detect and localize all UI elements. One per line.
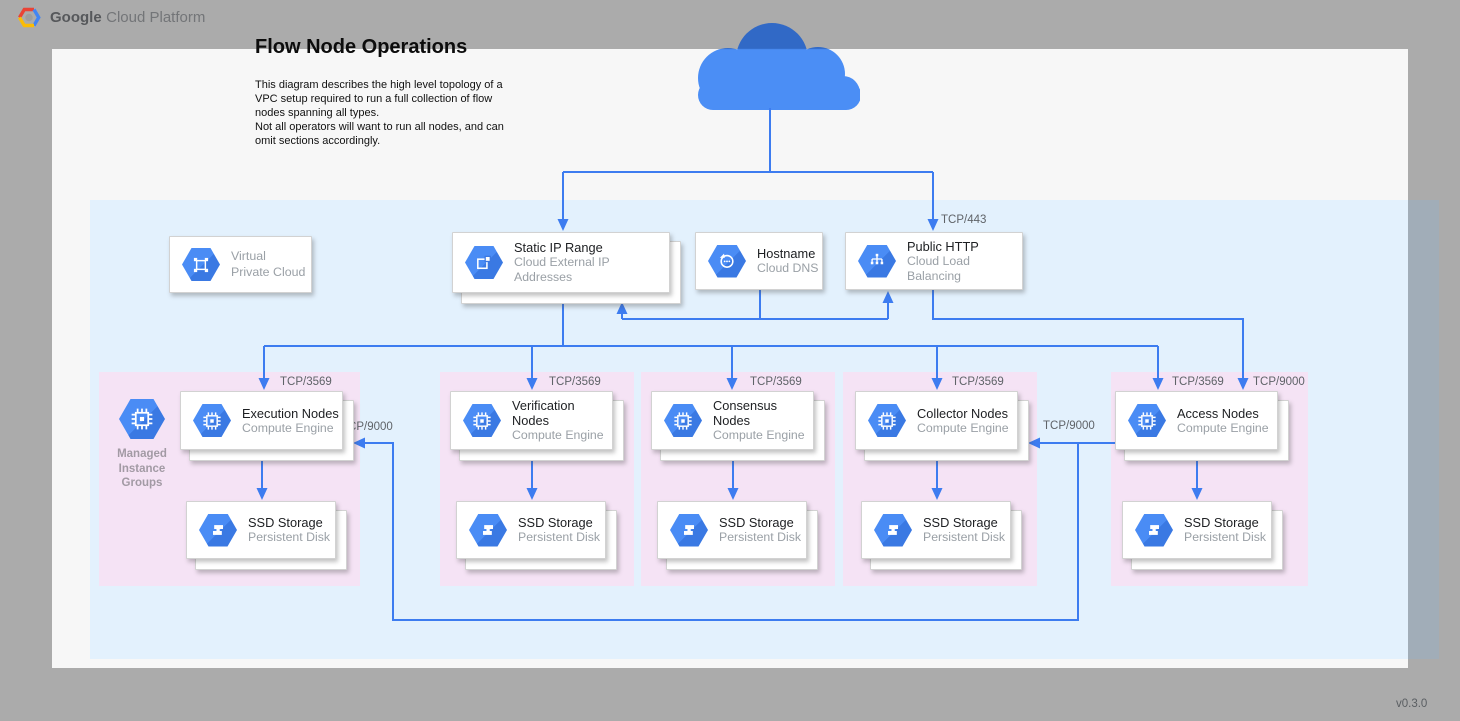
compute-engine-icon bbox=[868, 404, 906, 437]
card-subtitle: Persistent Disk bbox=[923, 530, 1005, 545]
card-subtitle: Cloud External IP Addresses bbox=[514, 255, 669, 285]
persistent-disk-icon bbox=[1135, 514, 1173, 547]
card-subtitle: Persistent Disk bbox=[719, 530, 801, 545]
card-title: SSD Storage bbox=[923, 515, 1005, 530]
card-title: Verification Nodes bbox=[512, 398, 612, 428]
card-collector-nodes: Collector Nodes Compute Engine bbox=[855, 391, 1018, 450]
card-subtitle: Compute Engine bbox=[917, 421, 1009, 436]
card-subtitle: Persistent Disk bbox=[248, 530, 330, 545]
card-subtitle: Compute Engine bbox=[713, 428, 813, 443]
card-subtitle: Cloud DNS bbox=[757, 261, 819, 276]
card-subtitle: Cloud Load Balancing bbox=[907, 254, 1022, 284]
port-label-tcp443: TCP/443 bbox=[941, 214, 986, 226]
port-label-tcp9000-collector: TCP/9000 bbox=[1043, 420, 1095, 432]
port-label-tcp3569-collector: TCP/3569 bbox=[952, 376, 1004, 388]
card-subtitle: Compute Engine bbox=[242, 421, 339, 436]
page-title: Flow Node Operations bbox=[255, 36, 467, 59]
card-subtitle: Compute Engine bbox=[1177, 421, 1269, 436]
card-ssd-execution: SSD Storage Persistent Disk bbox=[186, 501, 336, 559]
dns-icon bbox=[708, 245, 746, 278]
persistent-disk-icon bbox=[469, 514, 507, 547]
card-title: Access Nodes bbox=[1177, 406, 1269, 421]
card-title: SSD Storage bbox=[1184, 515, 1266, 530]
card-title: SSD Storage bbox=[518, 515, 600, 530]
compute-engine-icon bbox=[1128, 404, 1166, 437]
logo-text-light: Cloud Platform bbox=[106, 9, 205, 26]
version-label: v0.3.0 bbox=[1396, 698, 1427, 710]
card-title: Consensus Nodes bbox=[713, 398, 813, 428]
card-virtual-private-cloud: Virtual Private Cloud bbox=[169, 236, 312, 293]
managed-instance-groups-label: Managed Instance Groups bbox=[103, 447, 181, 491]
persistent-disk-icon bbox=[670, 514, 708, 547]
port-label-tcp9000-access-top: TCP/9000 bbox=[1253, 376, 1305, 388]
card-title: SSD Storage bbox=[248, 515, 330, 530]
card-title: Hostname bbox=[757, 246, 819, 261]
card-access-nodes: Access Nodes Compute Engine bbox=[1115, 391, 1278, 450]
card-ssd-verification: SSD Storage Persistent Disk bbox=[456, 501, 606, 559]
card-title: Execution Nodes bbox=[242, 406, 339, 421]
internet-cloud-icon bbox=[680, 12, 860, 112]
card-subtitle: Compute Engine bbox=[512, 428, 612, 443]
port-label-tcp3569-consensus: TCP/3569 bbox=[750, 376, 802, 388]
card-title: Static IP Range bbox=[514, 240, 669, 255]
card-title: SSD Storage bbox=[719, 515, 801, 530]
card-hostname: Hostname Cloud DNS bbox=[695, 232, 823, 290]
vpc-zone-overhang bbox=[1408, 200, 1439, 659]
card-title: Collector Nodes bbox=[917, 406, 1009, 421]
card-verification-nodes: Verification Nodes Compute Engine bbox=[450, 391, 613, 450]
persistent-disk-icon bbox=[874, 514, 912, 547]
logo-text-bold: Google bbox=[50, 9, 102, 26]
compute-engine-icon bbox=[664, 404, 702, 437]
load-balancer-icon bbox=[858, 245, 896, 278]
port-label-tcp3569-execution: TCP/3569 bbox=[280, 376, 332, 388]
card-static-ip-range: Static IP Range Cloud External IP Addres… bbox=[452, 232, 670, 293]
card-ssd-access: SSD Storage Persistent Disk bbox=[1122, 501, 1272, 559]
card-subtitle: Persistent Disk bbox=[1184, 530, 1266, 545]
external-ip-icon bbox=[465, 246, 503, 279]
compute-engine-icon bbox=[193, 404, 231, 437]
diagram-stage: Google Cloud Platform Flow Node Operatio… bbox=[0, 0, 1460, 721]
port-label-tcp3569-verification: TCP/3569 bbox=[549, 376, 601, 388]
gcp-logo: Google Cloud Platform bbox=[17, 7, 205, 28]
port-label-tcp3569-access: TCP/3569 bbox=[1172, 376, 1224, 388]
page-description: This diagram describes the high level to… bbox=[255, 79, 537, 149]
persistent-disk-icon bbox=[199, 514, 237, 547]
card-ssd-consensus: SSD Storage Persistent Disk bbox=[657, 501, 807, 559]
card-title: Public HTTP bbox=[907, 239, 1022, 254]
gcp-hexagon-logo-icon bbox=[17, 7, 41, 28]
card-execution-nodes: Execution Nodes Compute Engine bbox=[180, 391, 343, 450]
card-subtitle: Persistent Disk bbox=[518, 530, 600, 545]
vpc-card-label: Virtual Private Cloud bbox=[231, 249, 305, 280]
vpc-icon bbox=[182, 248, 220, 281]
card-consensus-nodes: Consensus Nodes Compute Engine bbox=[651, 391, 814, 450]
compute-engine-icon bbox=[463, 404, 501, 437]
card-ssd-collector: SSD Storage Persistent Disk bbox=[861, 501, 1011, 559]
card-public-http: Public HTTP Cloud Load Balancing bbox=[845, 232, 1023, 290]
